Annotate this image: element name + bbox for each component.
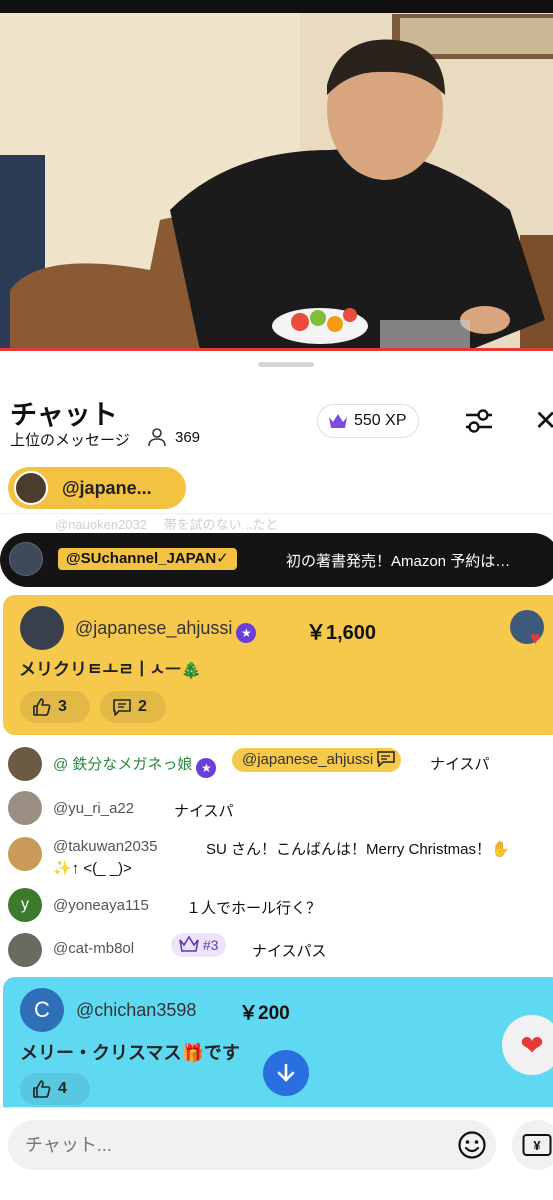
chat-input-bar: ¥ [0,1107,553,1200]
xp-label: 550 XP [354,412,407,429]
heart-icon: ♥ [530,628,541,648]
status-bar [0,0,553,13]
chat-message[interactable]: @yu_ri_a22 ナイスパ [0,791,553,825]
xp-badge[interactable]: 550 XP [317,404,420,438]
yen-money-icon: ¥ [522,1134,552,1156]
member-rank: #3 [202,937,219,953]
viewer-count: 369 [175,429,201,446]
chat-text: SU さん！こんばんは！Merry Christmas！✋ [206,841,510,858]
chat-text: １人でホール行く？ [186,900,322,917]
verified-badge-icon: ★ [236,623,257,643]
like-count: 3 [58,698,67,715]
avatar: y [8,888,42,922]
superchat-amount: ￥1,600 [306,622,377,644]
thumbs-up-icon [33,1080,51,1098]
superchat-user-name: @chichan3598 [76,1000,197,1020]
emoji-icon[interactable] [457,1130,487,1160]
chat-user-name: @ 鉄分なメガネっ娘 [53,756,193,773]
pinned-announcement-ticker[interactable]: @SUchannel_JAPAN✓ 初の著書発売！Amazon 予約は… [0,533,553,587]
superchat-card[interactable]: @japanese_ahjussi ★ ￥1,600 ♥ メリクリㅌㅗㄹㅣㅅㅡ🎄 … [3,595,553,735]
superchat-message: メリー・クリスマス🎁です [20,1043,240,1063]
drag-handle[interactable] [258,362,314,367]
chat-message[interactable]: @takuwan2035 SU さん！こんばんは！Merry Christmas… [0,835,553,883]
video-frame [0,0,553,350]
faded-message-text: @nauoken2032 帯を試のない...たと [55,517,279,531]
person-icon [148,428,166,447]
comment-icon [113,699,131,716]
chat-message[interactable]: @ 鉄分なメガネっ娘 ★ @japanese_ahjussi ナイスパ [0,747,553,781]
chat-user-name: @cat-mb8ol [53,940,135,957]
svg-text:¥: ¥ [533,1138,541,1153]
super-chat-button[interactable]: ¥ [512,1120,553,1170]
reply-count: 2 [138,698,147,715]
crown-icon [179,935,199,952]
crown-icon [329,414,347,428]
chat-user-name: @yu_ri_a22 [53,800,135,817]
ticker-handle: @SUchannel_JAPAN✓ [58,548,237,570]
avatar [20,606,64,650]
thumbs-up-icon [33,698,51,716]
like-button[interactable]: 4 [20,1073,90,1105]
avatar [8,933,42,967]
close-icon[interactable]: ✕ [534,407,553,435]
chat-message[interactable]: y @yoneaya115 １人でホール行く？ [0,888,553,922]
verified-badge-icon: ★ [196,758,217,778]
avatar [8,837,42,871]
chat-text: ナイスパス [252,943,327,960]
chat-text-continued: ✨↑ <(_ _)> [53,860,132,877]
pinned-handle: @japane... [62,477,152,498]
member-rank-badge: #3 [171,933,227,957]
reply-button[interactable]: 2 [100,691,166,723]
avatar: C [20,988,64,1032]
chat-user-name: @takuwan2035 [53,838,158,855]
reply-to-user: @japanese_ahjussi [242,751,374,768]
scroll-to-bottom-button[interactable] [263,1050,309,1096]
chat-message[interactable]: @cat-mb8ol #3 ナイスパス [0,933,553,967]
heart-icon: ❤ [520,1029,544,1061]
avatar [14,471,48,505]
like-button[interactable]: 3 [20,691,90,723]
chat-panel: チャット 上位のメッセージ 369 550 XP ✕ @japane... @n… [0,351,553,1200]
superchat-user: @japanese_ahjussi ★ [75,618,257,643]
comment-icon [377,751,396,768]
superchat-message: メリクリㅌㅗㄹㅣㅅㅡ🎄 [19,660,203,679]
superchat-amount: ￥200 [239,1003,290,1024]
chat-filter-dropdown[interactable]: 上位のメッセージ [10,429,130,450]
live-video[interactable] [0,0,553,350]
pinned-superchat-chip[interactable]: @japane... [8,467,186,509]
heart-reaction-button[interactable]: ❤ [502,1015,553,1075]
avatar [8,747,42,781]
chat-user-name: @yoneaya115 [53,897,149,914]
avatar [8,791,42,825]
arrow-down-icon [277,1063,295,1082]
chat-text: ナイスパ [174,803,234,820]
chat-user: @ 鉄分なメガネっ娘 ★ [53,753,217,778]
settings-sliders-icon[interactable] [462,407,496,435]
ticker-message: 初の著書発売！Amazon 予約は… [286,553,511,570]
chat-input[interactable] [8,1120,496,1170]
like-count: 4 [58,1080,67,1097]
faded-message: @nauoken2032 帯を試のない...たと [0,513,553,531]
avatar [9,542,43,576]
chat-text: ナイスパ [430,756,490,773]
reply-to-chip[interactable]: @japanese_ahjussi [232,748,402,772]
superchat-user-name: @japanese_ahjussi [75,618,233,638]
chat-title: チャット [10,400,118,430]
